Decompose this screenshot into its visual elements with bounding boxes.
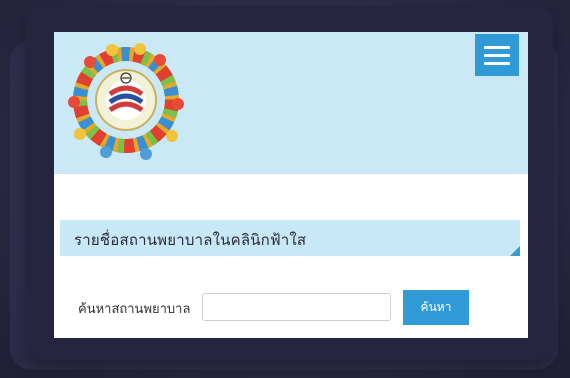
menu-bar-icon: [484, 53, 510, 57]
menu-bar-icon: [484, 45, 510, 49]
search-input[interactable]: [202, 293, 391, 321]
clinic-logo-icon: [68, 43, 184, 160]
corner-triangle-icon: [510, 246, 520, 256]
menu-bar-icon: [484, 61, 510, 65]
section-title: รายชื่อสถานพยาบาลในคลินิกฟ้าใส: [74, 231, 307, 249]
section-title-bar: รายชื่อสถานพยาบาลในคลินิกฟ้าใส: [60, 220, 520, 256]
site-header: [54, 32, 528, 174]
search-button[interactable]: ค้นหา: [403, 290, 469, 325]
search-label: ค้นหาสถานพยาบาล: [78, 302, 191, 317]
hamburger-menu-button[interactable]: [475, 34, 519, 76]
web-page: รายชื่อสถานพยาบาลในคลินิกฟ้าใส ค้นหาสถาน…: [54, 32, 528, 338]
